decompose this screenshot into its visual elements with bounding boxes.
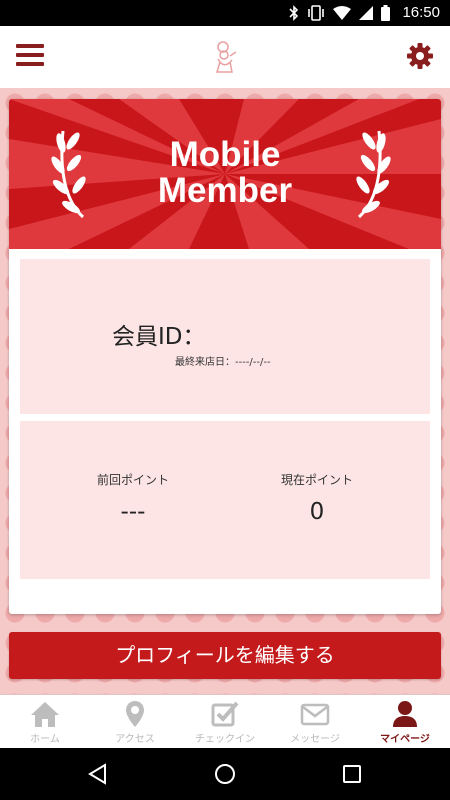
bluetooth-icon [289,4,299,21]
home-icon [31,702,59,727]
home-circle-icon[interactable] [213,762,237,786]
member-id-label: 会員ID： [112,324,206,350]
nav-mypage[interactable]: マイページ [360,695,450,748]
nav-access[interactable]: アクセス [90,695,180,748]
chef-logo-icon [215,41,237,73]
laurel-right-icon [356,130,391,219]
mobile-member-banner: Mobile Member [9,99,441,249]
current-points-label: 現在ポイント [280,473,353,487]
bottom-nav: ホーム アクセス チェックイン メッセージ マイページ [0,694,450,748]
last-visit-date: 最終来店日：----/--/-- [175,357,271,368]
points-panel: 前回ポイント --- 現在ポイント 0 [20,421,430,579]
current-points-value: 0 [309,499,325,525]
member-id-panel: 会員ID： 最終来店日：----/--/-- [20,259,430,414]
battery-icon [381,4,391,21]
recent-apps-icon[interactable] [340,762,364,786]
member-id: 会員ID： [112,317,210,351]
app-header [0,26,450,88]
nav-message-label: メッセージ [290,734,340,745]
person-icon [393,701,417,727]
edit-profile-button[interactable]: プロフィールを編集する [9,632,441,679]
signal-icon [359,5,374,20]
nav-access-label: アクセス [115,734,155,745]
nav-home-label: ホーム [30,734,60,745]
hamburger-menu-icon[interactable] [16,44,44,70]
vibrate-icon [308,4,325,21]
wifi-icon [333,5,352,20]
nav-checkin-label: チェックイン [195,734,255,745]
map-pin-icon [126,701,144,727]
nav-message[interactable]: メッセージ [270,695,360,748]
checkbox-icon [211,701,239,727]
gear-icon[interactable] [406,42,434,70]
status-bar: 16:50 [0,0,450,26]
status-time: 16:50 [402,4,440,21]
system-nav-bar [0,748,450,800]
back-icon[interactable] [86,762,110,786]
nav-mypage-label: マイページ [380,734,430,745]
previous-points-label: 前回ポイント [96,473,169,487]
nav-home[interactable]: ホーム [0,695,90,748]
nav-checkin[interactable]: チェックイン [180,695,270,748]
previous-points-value: --- [120,499,146,525]
envelope-icon [300,703,330,726]
member-card: Mobile Member 会員ID： 最終来店日：----/--/-- 前回ポ… [9,99,441,614]
